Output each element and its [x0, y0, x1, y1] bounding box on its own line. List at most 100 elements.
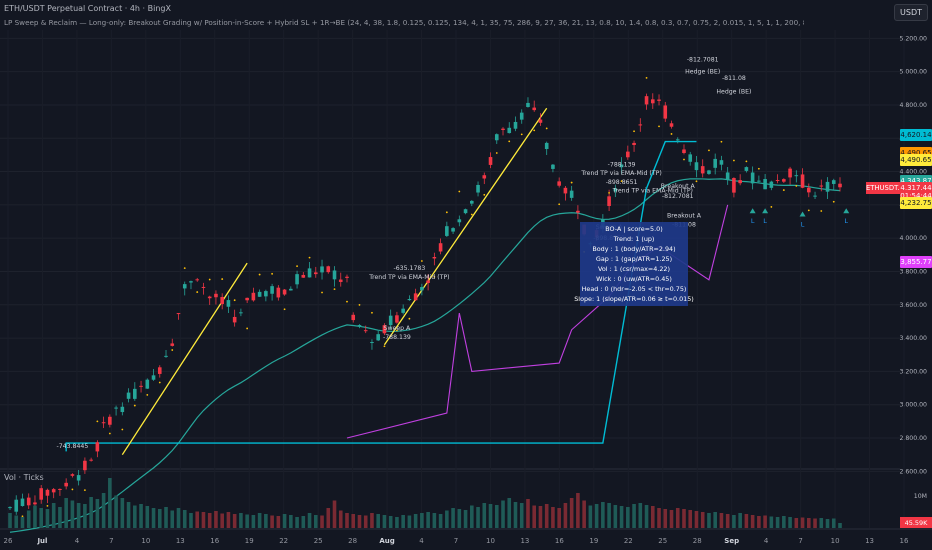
indicator-legend[interactable]: LP Sweep & Reclaim — Long-only: Breakout…: [4, 18, 804, 27]
candle-body: [694, 162, 699, 171]
candle-body: [320, 266, 324, 273]
trade-annotation: Breakout A: [661, 183, 696, 190]
candle-body: [775, 180, 780, 182]
volume-bar: [569, 498, 574, 528]
trailing-stop-dot: [720, 140, 723, 143]
trailing-stop-dot: [121, 428, 124, 431]
candle-body: [569, 190, 574, 198]
volume-bar: [182, 510, 187, 528]
trailing-stop-dot: [445, 211, 448, 214]
volume-bar: [644, 505, 649, 528]
long-signal-label: L: [844, 217, 848, 225]
candle-body: [744, 167, 749, 171]
candle-body: [176, 313, 181, 315]
volume-bar: [838, 523, 842, 528]
volume-bar: [207, 513, 212, 528]
price-tag: 4,620.14: [900, 128, 932, 141]
candle-body: [563, 187, 568, 194]
trade-annotation: Trend TP via EMA-Mid (TP): [368, 274, 449, 281]
price-chart[interactable]: 5,200.005,000.004,800.004,600.004,400.00…: [0, 0, 932, 550]
volume-bar: [663, 509, 668, 528]
trade-annotation: -743.8445: [57, 443, 89, 450]
candle-body: [457, 219, 462, 223]
volume-bar: [257, 513, 262, 528]
candle-body: [451, 228, 455, 232]
volume-bar: [738, 513, 742, 528]
volume-bar: [189, 513, 193, 528]
trailing-stop-dot: [183, 267, 186, 270]
candle-body: [89, 459, 93, 461]
trailing-stop-dot: [570, 181, 573, 184]
price-tag: 3,855.77: [900, 256, 932, 269]
candle-body: [463, 209, 468, 214]
trailing-stop-dot: [233, 299, 236, 302]
candle-body: [251, 292, 256, 301]
candle-body: [239, 312, 243, 314]
x-tick-label: 16: [210, 537, 219, 545]
trailing-stop-dot: [133, 404, 136, 407]
trailing-stop-dot: [283, 308, 286, 311]
trailing-stop-dot: [683, 158, 685, 161]
trailing-stop-dot: [383, 345, 386, 348]
volume-bar: [332, 500, 337, 528]
candle-body: [538, 119, 543, 123]
candle-body: [139, 385, 143, 387]
candle-body: [232, 316, 237, 323]
volume-bar: [750, 515, 755, 528]
candle-body: [482, 175, 487, 179]
trailing-stop-dot: [171, 349, 174, 351]
volume-bar: [619, 506, 624, 528]
trailing-stop-dot: [745, 160, 748, 163]
candle-body: [395, 315, 399, 323]
volume-bar: [51, 503, 56, 528]
candle-body: [157, 367, 162, 374]
candle-body: [20, 498, 25, 507]
volume-bar: [176, 508, 181, 528]
breakout-info-line: Gap : 1 (gap/ATR=1.25): [596, 255, 672, 263]
trailing-stop-dot: [483, 193, 486, 196]
candle-body: [794, 175, 799, 177]
candle-body: [257, 291, 262, 297]
volume-bar: [626, 507, 630, 528]
trailing-stop-dot: [782, 189, 785, 191]
candle-body: [501, 128, 505, 130]
candle-body: [301, 274, 306, 278]
trade-annotation: Sweep A: [384, 325, 411, 332]
volume-bar: [239, 513, 243, 528]
volume-bar: [395, 517, 399, 528]
candle-body: [507, 127, 512, 134]
volume-label[interactable]: Vol · Ticks: [4, 473, 44, 482]
volume-bar: [494, 505, 499, 528]
candle-body: [26, 497, 31, 506]
trade-annotation: -898.8651: [606, 179, 638, 186]
trailing-stop-dot: [645, 76, 648, 79]
trailing-stop-dot: [520, 133, 523, 136]
volume-bar: [732, 515, 736, 528]
volume-bar: [576, 493, 580, 528]
volume-bar: [251, 515, 256, 528]
breakout-info-line: Head : 0 (hdr=-2.05 < thr=0.75): [582, 285, 687, 293]
volume-bar: [295, 517, 299, 528]
volume-bar: [669, 510, 674, 528]
volume-bar: [700, 512, 705, 528]
chart-background: [0, 0, 932, 550]
volume-bar: [108, 478, 112, 528]
candle-body: [831, 180, 836, 184]
breakout-info-line: BO-A | score=5.0): [605, 225, 662, 233]
candle-body: [800, 174, 805, 188]
volume-bar: [819, 518, 824, 528]
currency-button[interactable]: USDT: [894, 4, 928, 21]
volume-bar: [432, 513, 437, 528]
volume-bar: [719, 513, 724, 528]
x-tick-label: 10: [486, 537, 495, 545]
candle-body: [201, 286, 206, 288]
volume-bar: [601, 502, 605, 528]
volume-bar: [214, 511, 218, 528]
candle-body: [470, 200, 474, 204]
breakout-info-line: Slope: 1 (slope/ATR=0.06 ≥ t=0.015): [574, 295, 694, 303]
volume-bar: [164, 507, 168, 528]
candle-body: [332, 270, 337, 280]
volume-bar: [544, 504, 549, 528]
trailing-stop-dot: [708, 149, 710, 152]
candle-body: [719, 160, 724, 165]
